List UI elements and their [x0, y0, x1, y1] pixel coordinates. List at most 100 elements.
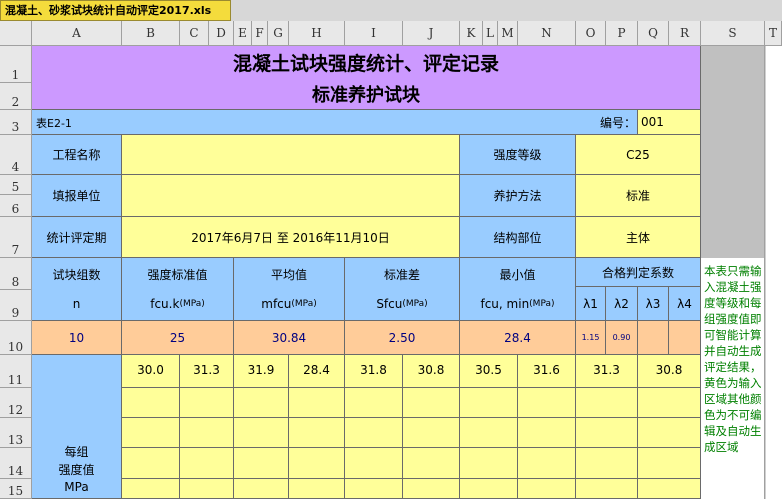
- strength-input-cell[interactable]: [180, 479, 234, 499]
- strength-value-cell[interactable]: 31.6: [518, 355, 576, 388]
- strength-input-cell[interactable]: [576, 448, 638, 479]
- row-header-9[interactable]: 9: [0, 290, 32, 321]
- strength-input-cell[interactable]: [180, 448, 234, 479]
- row-header-6[interactable]: 6: [0, 195, 32, 217]
- column-header-p[interactable]: P: [606, 21, 638, 46]
- strength-input-cell[interactable]: [289, 418, 345, 448]
- row-header-4[interactable]: 4: [0, 135, 32, 175]
- strength-input-cell[interactable]: [122, 448, 180, 479]
- strength-input-cell[interactable]: [122, 479, 180, 499]
- strength-input-cell[interactable]: [234, 479, 289, 499]
- strength-input-cell[interactable]: [403, 448, 460, 479]
- structure-part-input[interactable]: 主体: [576, 217, 701, 258]
- group-count-header: 试块组数 n: [32, 258, 122, 321]
- strength-value-cell[interactable]: 31.3: [576, 355, 638, 388]
- strength-input-cell[interactable]: [234, 388, 289, 418]
- column-header-a[interactable]: A: [32, 21, 122, 46]
- column-header-l[interactable]: L: [483, 21, 498, 46]
- strength-value-cell[interactable]: 28.4: [289, 355, 345, 388]
- strength-input-cell[interactable]: [518, 479, 576, 499]
- strength-input-cell[interactable]: [576, 479, 638, 499]
- strength-input-cell[interactable]: [460, 448, 518, 479]
- strength-input-cell[interactable]: [122, 418, 180, 448]
- column-header-d[interactable]: D: [209, 21, 234, 46]
- column-header-r[interactable]: R: [669, 21, 701, 46]
- strength-input-cell[interactable]: [576, 418, 638, 448]
- strength-input-cell[interactable]: [638, 448, 701, 479]
- evaluation-period-input[interactable]: 2017年6月7日 至 2016年11月10日: [122, 217, 460, 258]
- strength-input-cell[interactable]: [289, 448, 345, 479]
- column-header-i[interactable]: I: [345, 21, 403, 46]
- row-header-10[interactable]: 10: [0, 321, 32, 355]
- column-header-c[interactable]: C: [180, 21, 209, 46]
- strength-input-cell[interactable]: [345, 479, 403, 499]
- row-header-15[interactable]: 15: [0, 479, 32, 499]
- strength-value-cell[interactable]: 31.8: [345, 355, 403, 388]
- column-header-n[interactable]: N: [518, 21, 576, 46]
- column-header-h[interactable]: H: [289, 21, 345, 46]
- strength-input-cell[interactable]: [403, 388, 460, 418]
- strength-value-cell[interactable]: 30.8: [403, 355, 460, 388]
- strength-input-cell[interactable]: [576, 388, 638, 418]
- strength-input-cell[interactable]: [289, 388, 345, 418]
- row-header-7[interactable]: 7: [0, 217, 32, 258]
- row-header-8[interactable]: 8: [0, 258, 32, 290]
- number-input[interactable]: 001: [638, 110, 701, 135]
- strength-input-cell[interactable]: [403, 418, 460, 448]
- strength-input-cell[interactable]: [638, 479, 701, 499]
- strength-input-cell[interactable]: [638, 388, 701, 418]
- project-name-input[interactable]: [122, 135, 460, 175]
- column-header-e[interactable]: E: [234, 21, 252, 46]
- column-header-t[interactable]: T: [765, 21, 782, 46]
- strength-input-cell[interactable]: [460, 418, 518, 448]
- column-header-s[interactable]: S: [701, 21, 765, 46]
- strength-input-cell[interactable]: [345, 448, 403, 479]
- strength-input-cell[interactable]: [180, 418, 234, 448]
- column-header-j[interactable]: J: [403, 21, 460, 46]
- strength-input-cell[interactable]: [518, 388, 576, 418]
- strength-input-cell[interactable]: [638, 418, 701, 448]
- strength-input-cell[interactable]: [234, 418, 289, 448]
- curing-method-input[interactable]: 标准: [576, 175, 701, 217]
- strength-value-cell[interactable]: 30.8: [638, 355, 701, 388]
- column-header-f[interactable]: F: [252, 21, 268, 46]
- sheet-title[interactable]: 混凝土试块强度统计、评定记录: [32, 46, 701, 79]
- row-header-13[interactable]: 13: [0, 418, 32, 448]
- group-count-label: 试块组数: [52, 267, 101, 282]
- strength-input-cell[interactable]: [289, 479, 345, 499]
- column-header-b[interactable]: B: [122, 21, 180, 46]
- strength-grade-input[interactable]: C25: [576, 135, 701, 175]
- strength-input-cell[interactable]: [518, 448, 576, 479]
- row-header-3[interactable]: 3: [0, 110, 32, 135]
- strength-input-cell[interactable]: [122, 388, 180, 418]
- strength-input-cell[interactable]: [518, 418, 576, 448]
- row-header-11[interactable]: 11: [0, 355, 32, 388]
- row-header-5[interactable]: 5: [0, 175, 32, 195]
- column-header-k[interactable]: K: [460, 21, 483, 46]
- strength-value-cell[interactable]: 31.3: [180, 355, 234, 388]
- std-strength-value: 25: [122, 321, 234, 355]
- strength-input-cell[interactable]: [460, 388, 518, 418]
- column-header-o[interactable]: O: [576, 21, 606, 46]
- sheet-subtitle[interactable]: 标准养护试块: [32, 79, 701, 110]
- strength-input-cell[interactable]: [180, 388, 234, 418]
- strength-value-cell[interactable]: 30.0: [122, 355, 180, 388]
- column-header-m[interactable]: M: [498, 21, 518, 46]
- column-header-q[interactable]: Q: [638, 21, 669, 46]
- strength-value-cell[interactable]: 31.9: [234, 355, 289, 388]
- reporting-unit-input[interactable]: [122, 175, 460, 217]
- strength-value-cell[interactable]: 30.5: [460, 355, 518, 388]
- strength-input-cell[interactable]: [460, 479, 518, 499]
- stdev-header: 标准差 Sfcu (MPa): [345, 258, 460, 321]
- file-tab[interactable]: 混凝土、砂浆试块统计自动评定2017.xls: [0, 0, 231, 21]
- row-header-12[interactable]: 12: [0, 388, 32, 418]
- row-header-2[interactable]: 2: [0, 83, 32, 110]
- strength-input-cell[interactable]: [345, 388, 403, 418]
- strength-input-cell[interactable]: [345, 418, 403, 448]
- row-header-14[interactable]: 14: [0, 448, 32, 479]
- strength-input-cell[interactable]: [234, 448, 289, 479]
- strength-input-cell[interactable]: [403, 479, 460, 499]
- select-all-corner[interactable]: [0, 21, 32, 46]
- row-header-1[interactable]: 1: [0, 46, 32, 83]
- column-header-g[interactable]: G: [268, 21, 289, 46]
